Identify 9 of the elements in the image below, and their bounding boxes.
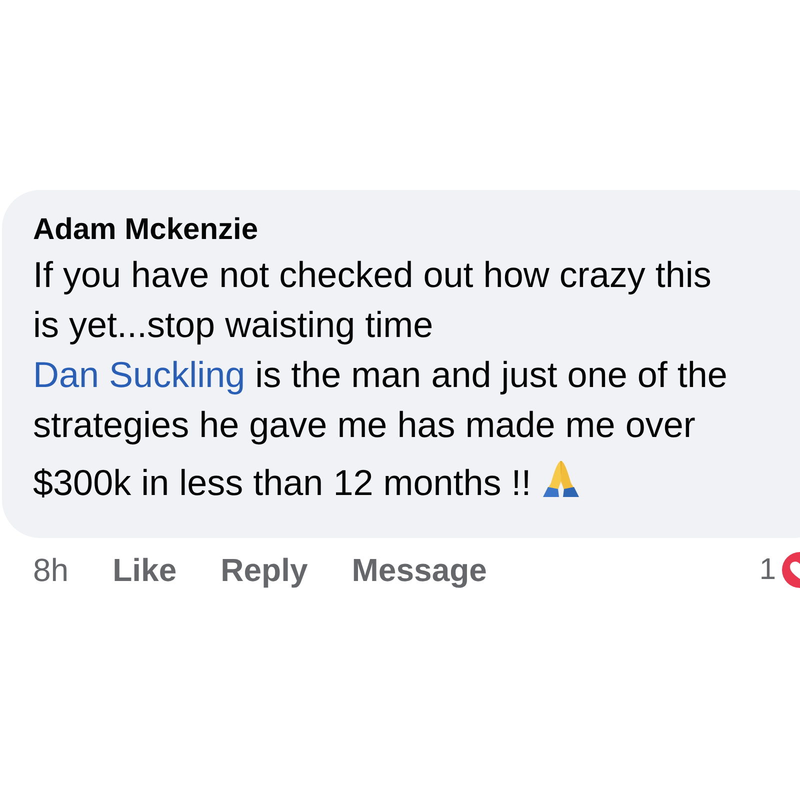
timestamp: 8h [33, 552, 69, 588]
heart-reaction-icon [780, 552, 800, 588]
author-name[interactable]: Adam Mckenzie [33, 210, 800, 250]
reaction-count: 1 [759, 553, 776, 587]
comment-text: If you have not checked out how crazy this is yet...stop waisting time Dan Suckling is the man and just one of the strategies he gave me has made me over $300k in less than 12 months !! [33, 253, 728, 505]
action-link[interactable]: Reply [220, 552, 308, 588]
action-link[interactable]: Like [112, 552, 177, 588]
mention-link[interactable]: Dan Suckling [33, 354, 246, 395]
action-link[interactable]: Message [352, 552, 487, 588]
